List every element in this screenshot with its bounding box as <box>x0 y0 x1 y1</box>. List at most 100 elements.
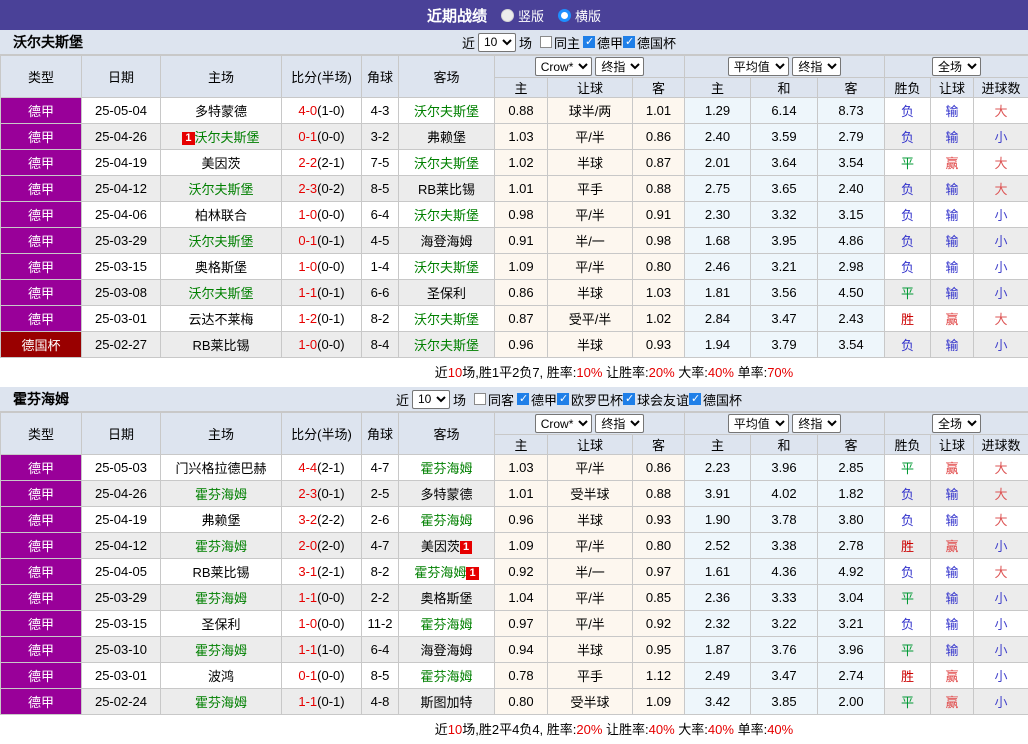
summary-label: 让胜率: <box>602 365 648 380</box>
odds-away: 0.88 <box>633 176 685 202</box>
odds-home: 0.78 <box>495 663 548 689</box>
col-away: 客场 <box>399 56 495 98</box>
subcol-odds-home: 主 <box>495 78 548 98</box>
avg-away: 2.40 <box>818 176 885 202</box>
odds-handicap: 平手 <box>548 663 633 689</box>
league-filter[interactable]: 德国杯 <box>689 390 742 409</box>
summary-row: 近10场,胜1平2负7, 胜率:10% 让胜率:20% 大率:40% 单率:70… <box>0 358 1028 385</box>
result-outcome: 平 <box>885 637 931 663</box>
team-label: 波鸿 <box>208 669 234 684</box>
league-checkbox[interactable] <box>689 393 701 405</box>
away-team: 海登海姆 <box>399 637 495 663</box>
avg-away: 4.92 <box>818 559 885 585</box>
match-score: 1-1(0-1) <box>282 689 362 715</box>
summary-value: 70% <box>767 365 793 380</box>
away-team: RB莱比锡 <box>399 176 495 202</box>
match-count-select[interactable]: 10 <box>478 33 516 52</box>
full-match-select[interactable]: 全场 <box>932 414 981 433</box>
league-filter[interactable]: 德国杯 <box>623 33 676 52</box>
avg-draw: 6.14 <box>751 98 818 124</box>
away-team: 沃尔夫斯堡 <box>399 306 495 332</box>
away-team: 霍芬海姆 <box>399 663 495 689</box>
full-match-select[interactable]: 全场 <box>932 57 981 76</box>
league-filter[interactable]: 德甲 <box>517 390 557 409</box>
odds-home: 0.92 <box>495 559 548 585</box>
result-handicap: 输 <box>931 481 974 507</box>
avg-away: 1.82 <box>818 481 885 507</box>
match-competition: 德甲 <box>1 455 82 481</box>
odds-time-select[interactable]: 终指 <box>595 414 644 433</box>
result-goals: 大 <box>974 150 1028 176</box>
match-date: 25-03-15 <box>82 254 161 280</box>
match-date: 25-04-19 <box>82 507 161 533</box>
team-label: 多特蒙德 <box>195 104 247 119</box>
match-competition: 德甲 <box>1 150 82 176</box>
league-filter[interactable]: 德甲 <box>583 33 623 52</box>
odds-handicap: 球半/两 <box>548 98 633 124</box>
team-label: 霍芬海姆 <box>420 461 472 476</box>
average-select[interactable]: 平均值 <box>728 57 789 76</box>
match-row: 德甲25-03-29霍芬海姆1-1(0-0)2-2奥格斯堡1.04平/半0.85… <box>1 585 1028 611</box>
same-venue-filter[interactable]: 同客 <box>474 390 514 409</box>
match-date: 25-04-06 <box>82 202 161 228</box>
full-time-score: 1-1 <box>298 285 317 300</box>
avg-away: 8.73 <box>818 98 885 124</box>
col-score: 比分(半场) <box>282 413 362 455</box>
match-score: 4-0(1-0) <box>282 98 362 124</box>
result-goals: 大 <box>974 559 1028 585</box>
odds-home: 1.02 <box>495 150 548 176</box>
odds-home: 0.96 <box>495 332 548 358</box>
avg-time-select[interactable]: 终指 <box>792 414 841 433</box>
match-score: 1-1(0-1) <box>282 280 362 306</box>
team-label: 霍芬海姆 <box>414 565 466 580</box>
avg-home: 2.32 <box>685 611 751 637</box>
avg-home: 1.29 <box>685 98 751 124</box>
team-name: 霍芬海姆 <box>13 389 69 409</box>
odds-handicap: 半球 <box>548 507 633 533</box>
league-checkbox[interactable] <box>517 393 529 405</box>
league-checkbox[interactable] <box>623 393 635 405</box>
col-corner: 角球 <box>362 56 399 98</box>
league-checkbox[interactable] <box>623 36 635 48</box>
same-venue-checkbox[interactable] <box>540 36 552 48</box>
radio-horizontal[interactable]: 横版 <box>558 6 601 25</box>
average-select[interactable]: 平均值 <box>728 414 789 433</box>
avg-time-select[interactable]: 终指 <box>792 57 841 76</box>
odds-handicap: 半球 <box>548 637 633 663</box>
away-team: 沃尔夫斯堡 <box>399 332 495 358</box>
odds-away: 0.80 <box>633 533 685 559</box>
match-score: 0-1(0-0) <box>282 663 362 689</box>
match-date: 25-03-29 <box>82 585 161 611</box>
match-score: 2-2(2-1) <box>282 150 362 176</box>
bookmaker-select[interactable]: Crow* <box>535 57 592 76</box>
league-filter[interactable]: 球会友谊 <box>623 390 689 409</box>
half-time-score: (0-0) <box>317 616 344 631</box>
team-label: 沃尔夫斯堡 <box>195 130 260 145</box>
league-checkbox[interactable] <box>557 393 569 405</box>
match-count-select[interactable]: 10 <box>412 390 450 409</box>
away-team: 沃尔夫斯堡 <box>399 254 495 280</box>
avg-away: 2.00 <box>818 689 885 715</box>
radio-vertical[interactable]: 竖版 <box>501 6 544 25</box>
bookmaker-select[interactable]: Crow* <box>535 414 592 433</box>
team-label: 海登海姆 <box>420 234 472 249</box>
odds-time-select[interactable]: 终指 <box>595 57 644 76</box>
subcol-result-goals: 进球数 <box>974 78 1028 98</box>
match-score: 1-0(0-0) <box>282 202 362 228</box>
same-venue-checkbox[interactable] <box>474 393 486 405</box>
result-outcome: 负 <box>885 124 931 150</box>
away-team: 美因茨1 <box>399 533 495 559</box>
corner-score: 3-2 <box>362 124 399 150</box>
same-venue-filter[interactable]: 同主 <box>540 33 580 52</box>
team-name: 沃尔夫斯堡 <box>13 32 83 52</box>
same-venue-label: 同主 <box>554 33 580 52</box>
league-checkbox[interactable] <box>583 36 595 48</box>
league-filter[interactable]: 欧罗巴杯 <box>557 390 623 409</box>
match-competition: 德甲 <box>1 663 82 689</box>
avg-draw: 4.02 <box>751 481 818 507</box>
match-date: 25-03-01 <box>82 663 161 689</box>
match-competition: 德甲 <box>1 481 82 507</box>
avg-away: 3.54 <box>818 332 885 358</box>
games-label: 场 <box>453 390 466 409</box>
team-label: 沃尔夫斯堡 <box>414 208 479 223</box>
